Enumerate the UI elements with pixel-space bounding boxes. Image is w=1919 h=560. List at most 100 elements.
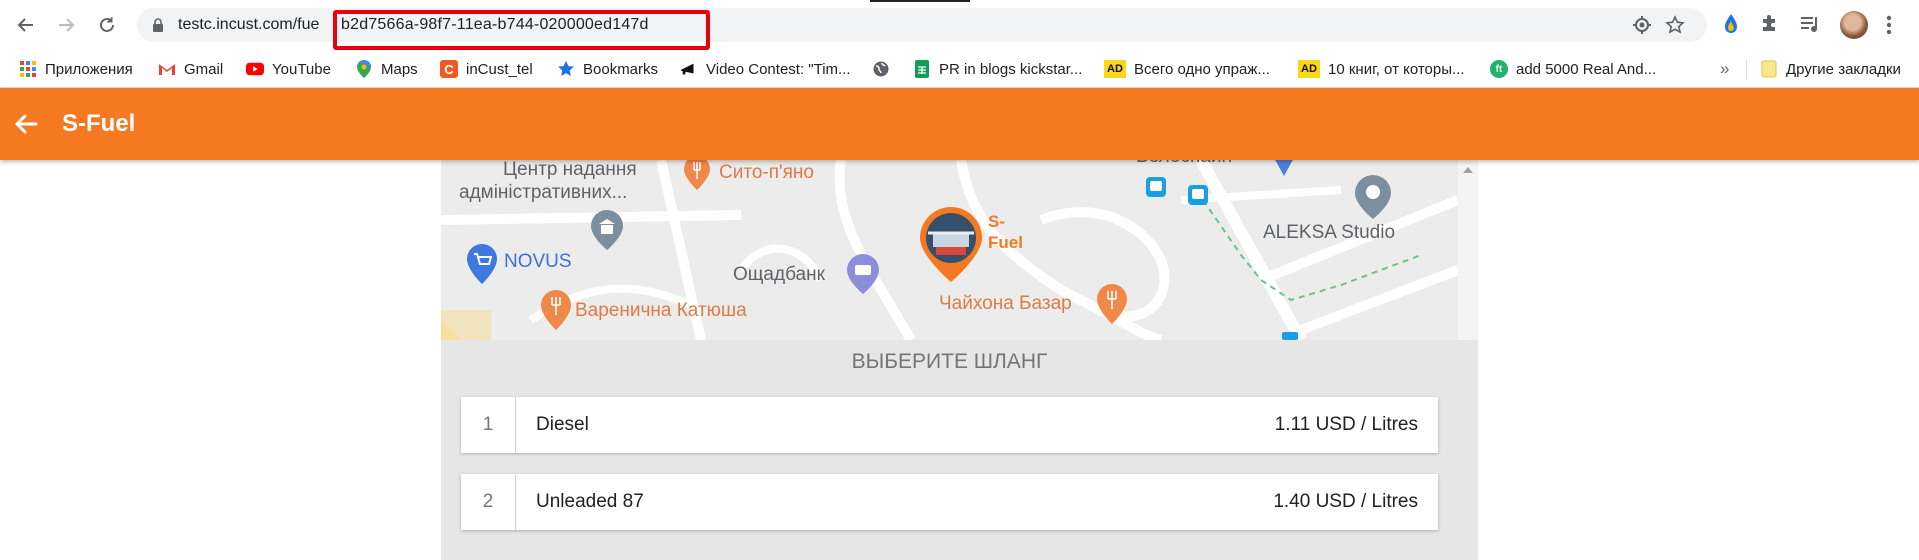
location-pin-icon [1355,175,1391,219]
app-title: S-Fuel [62,110,136,137]
bookmark-pr-blogs[interactable]: PR in blogs kickstar... [913,58,1082,80]
map-label: ALEKSA Studio [1263,222,1396,243]
map-label: Сито-п'яно [719,162,814,183]
incust-icon: C [440,60,458,78]
profile-avatar[interactable] [1840,11,1868,39]
restaurant-pin-icon [684,160,710,190]
megaphone-icon [680,60,698,78]
bookmarks-divider [1746,60,1747,80]
chrome-menu-icon[interactable] [1886,14,1892,41]
bus-stop-icon [1282,332,1298,340]
hose-price: 1.40 USD / Litres [1273,491,1418,512]
app-bar: S-Fuel [0,88,1919,160]
section-title: ВЫБЕРИТЕ ШЛАНГ [851,350,1048,373]
shopping-pin-icon [467,244,497,284]
bookmarks-overflow-button[interactable]: » [1720,58,1729,80]
extension-drop-icon[interactable] [1722,13,1740,40]
arrow-left-icon [17,18,33,32]
hose-number: 1 [461,397,516,453]
folder-icon [1760,60,1778,78]
apps-grid-icon [19,60,37,78]
hose-row-unleaded[interactable]: 2 Unleaded 87 1.40 USD / Litres [461,474,1438,530]
bus-stop-icon [1146,177,1166,197]
bookmark-label: Всего одно упраж... [1134,60,1270,78]
media-queue-icon[interactable] [1799,14,1821,39]
youtube-icon [246,60,264,78]
forward-button[interactable] [50,9,82,41]
reload-button[interactable] [91,9,123,41]
bookmark-apps[interactable]: Приложения [19,58,133,80]
restaurant-pin-icon [1097,284,1127,324]
bookmark-add5000[interactable]: ft add 5000 Real And... [1490,58,1656,80]
bookmark-label: Video Contest: "Tim... [706,60,851,78]
star-icon [557,60,575,78]
sheets-icon [913,60,931,78]
bank-pin-icon [847,254,879,294]
bookmark-bookmarks[interactable]: Bookmarks [557,58,658,80]
bookmark-gmail[interactable]: Gmail [158,58,223,80]
bookmarks-bar: Приложения Gmail YouTube Maps C inCust_t… [0,50,1919,88]
map-label: Варенична Катюша [575,300,747,321]
bookmark-other[interactable]: Другие закладки [1760,58,1901,80]
bus-stop-icon [1188,185,1208,205]
lock-icon [153,18,163,32]
bookmark-label: Bookmarks [583,60,659,78]
hose-name: Diesel [536,414,589,435]
station-marker-label: Fuel [988,233,1023,252]
restaurant-pin-icon [541,290,571,330]
bookmark-ad-1[interactable]: AD Всего одно упраж... [1104,58,1270,80]
address-bar[interactable]: testc.incust.com/fue b2d7566a-98f7-11ea-… [137,8,1707,50]
bookmark-maps[interactable]: Maps [355,58,418,80]
back-button[interactable] [10,9,42,41]
hose-name: Unleaded 87 [536,491,644,512]
bookmark-youtube[interactable]: YouTube [246,58,331,80]
station-marker-label: S- [988,212,1005,231]
ft-icon: ft [1490,60,1508,78]
fuel-station-pin-icon [920,207,982,282]
globe-icon [872,60,890,78]
reload-icon [100,17,114,32]
bookmark-label: inCust_tel [466,60,533,78]
map-label: адміністративних... [459,182,628,203]
ad-icon: AD [1104,60,1126,78]
url-prefix: testc.incust.com/fue [178,16,320,33]
back-arrow-icon[interactable] [12,110,40,138]
map-label: Ощадбанк [733,264,825,285]
map-label: Велоспайн [1136,160,1232,168]
main-content: Центр надання адміністративних... Сито-п… [441,160,1478,560]
bookmark-label: Другие закладки [1786,60,1901,78]
bookmark-label: 10 книг, от которы... [1328,60,1465,78]
star-bookmark-icon[interactable] [1665,15,1685,35]
extensions-puzzle-icon[interactable] [1760,13,1780,38]
ad-icon: AD [1298,60,1320,78]
overflow-chevron-icon: » [1720,59,1730,78]
map-label: Центр надання [503,160,637,180]
bookmark-label: YouTube [272,60,331,78]
hose-row-diesel[interactable]: 1 Diesel 1.11 USD / Litres [461,397,1438,453]
institution-pin-icon [591,210,623,250]
browser-toolbar: testc.incust.com/fue b2d7566a-98f7-11ea-… [0,0,1919,50]
hose-number: 2 [461,474,516,530]
hose-price: 1.11 USD / Litres [1274,414,1418,435]
bookmark-label: Maps [381,60,418,78]
bookmark-label: Приложения [45,60,133,78]
map-scrollbar[interactable] [1458,160,1478,340]
arrow-right-icon [59,18,75,32]
bookmark-label: Gmail [184,60,224,78]
bookmark-incust[interactable]: C inCust_tel [440,58,533,80]
bookmark-video-contest[interactable]: Video Contest: "Tim... [680,58,851,80]
map-label: NOVUS [504,251,572,272]
station-marker[interactable] [918,205,984,283]
scroll-up-arrow-icon[interactable] [1463,167,1473,173]
map-view[interactable]: Центр надання адміністративних... Сито-п… [441,160,1458,340]
url-id-text: b2d7566a-98f7-11ea-b744-020000ed147d [341,16,649,33]
bookmark-label: add 5000 Real And... [1516,60,1657,78]
location-target-icon[interactable] [1633,16,1651,34]
blue-pin-icon [1275,160,1293,176]
map-label: Чайхона Базар [939,293,1072,314]
gmail-icon [158,60,176,78]
bookmark-label: PR in blogs kickstar... [939,60,1083,78]
bookmark-globe[interactable] [872,58,890,80]
bookmark-ad-2[interactable]: AD 10 книг, от которы... [1298,58,1465,80]
tab-strip-edge [870,0,970,2]
